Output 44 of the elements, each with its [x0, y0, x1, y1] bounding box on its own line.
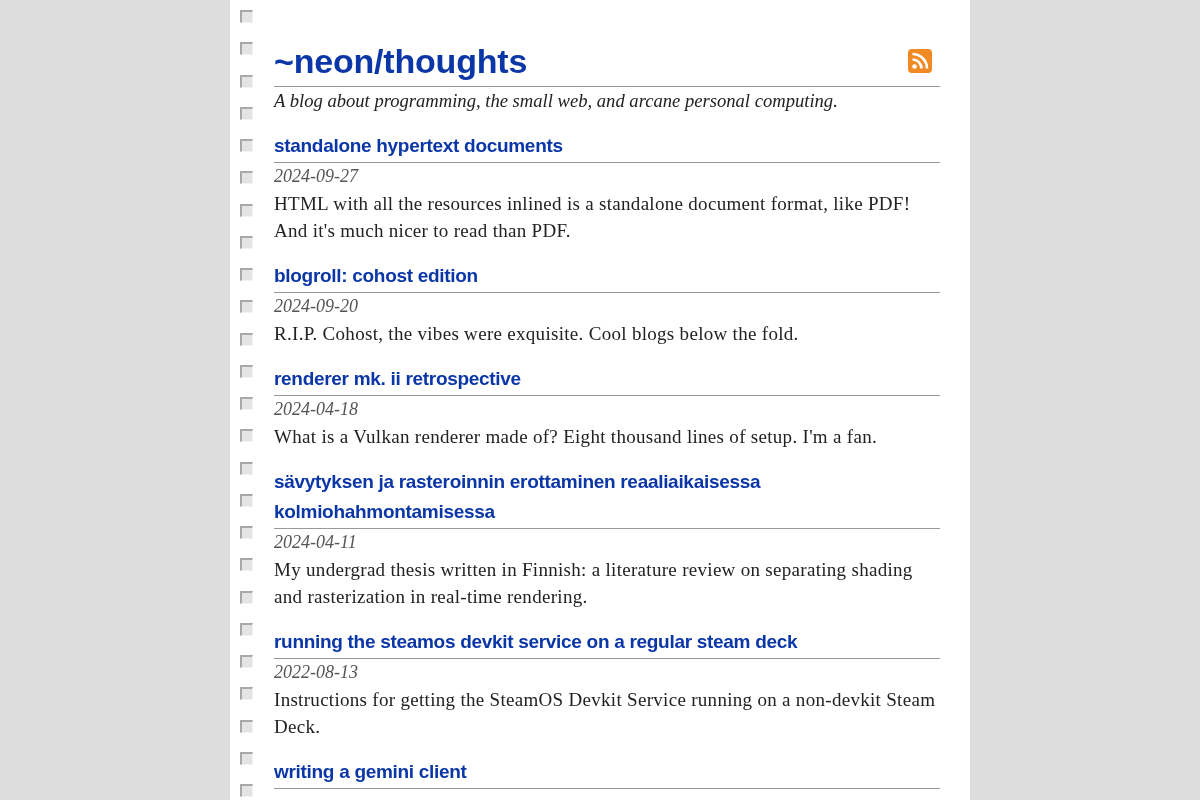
- post-summary: R.I.P. Cohost, the vibes were exquisite. Cool blogs below the fold.: [274, 322, 800, 346]
- square-icon: [240, 429, 253, 443]
- square-icon: [240, 300, 253, 314]
- square-icon: [240, 397, 253, 410]
- square-icon: [240, 171, 253, 185]
- square-icon: [240, 268, 253, 281]
- square-icon: [240, 139, 253, 152]
- post-date: 2022-08-13: [274, 661, 359, 684]
- post-title-link[interactable]: running the steamos devkit service on a regular steam deck: [274, 627, 798, 657]
- square-icon: [240, 655, 253, 668]
- square-icon: [240, 203, 253, 217]
- post-title-link[interactable]: standalone hypertext documents: [274, 131, 563, 161]
- square-icon: [240, 235, 253, 249]
- square-icon: [240, 461, 253, 475]
- square-icon: [240, 42, 253, 56]
- square-icon: [240, 558, 253, 572]
- square-icon: [240, 751, 253, 765]
- square-icon: [240, 719, 253, 733]
- rss-icon[interactable]: [908, 49, 932, 73]
- post-summary: HTML with all the resources inlined is a standalone document format, like PDF! And it's much nicer to read than PDF.: [274, 192, 912, 243]
- square-icon: [240, 10, 253, 23]
- square-icon: [240, 687, 253, 701]
- square-icon: [240, 784, 253, 797]
- post-title-link[interactable]: renderer mk. ii retrospective: [274, 364, 521, 394]
- square-icon: [240, 74, 253, 88]
- post-title-link[interactable]: blogroll: cohost edition: [274, 261, 478, 291]
- post-date: 2024-09-20: [274, 295, 359, 318]
- post-title-link[interactable]: sävytyksen ja rasteroinnin erottaminen reaaliaikaisessa kolmiohahmontamisessa: [274, 467, 940, 527]
- square-icon: [240, 590, 253, 604]
- square-icon: [240, 332, 253, 346]
- post-summary: My undergrad thesis written in Finnish: a literature review on separating shading and rasterization in real-time rendering.: [274, 558, 914, 609]
- post-title-link[interactable]: writing a gemini client: [274, 757, 467, 787]
- blog-title-link[interactable]: ~neon/thoughts: [274, 39, 528, 83]
- square-icon: [240, 622, 253, 636]
- square-icon: [240, 526, 253, 539]
- square-icon: [240, 364, 253, 378]
- post-date: 2024-09-27: [274, 165, 360, 188]
- square-icon: [240, 493, 253, 507]
- post-summary: What is a Vulkan renderer made of? Eight thousand lines of setup. I'm a fan.: [274, 425, 878, 449]
- square-icon: [240, 106, 253, 120]
- post-date: 2024-04-18: [274, 398, 359, 421]
- post-date: 2024-04-11: [274, 531, 358, 554]
- blog-tagline: A blog about programming, the small web, and arcane personal computing.: [274, 89, 839, 113]
- post-summary: Instructions for getting the SteamOS Devkit Service running on a non-devkit Steam Deck.: [274, 688, 937, 739]
